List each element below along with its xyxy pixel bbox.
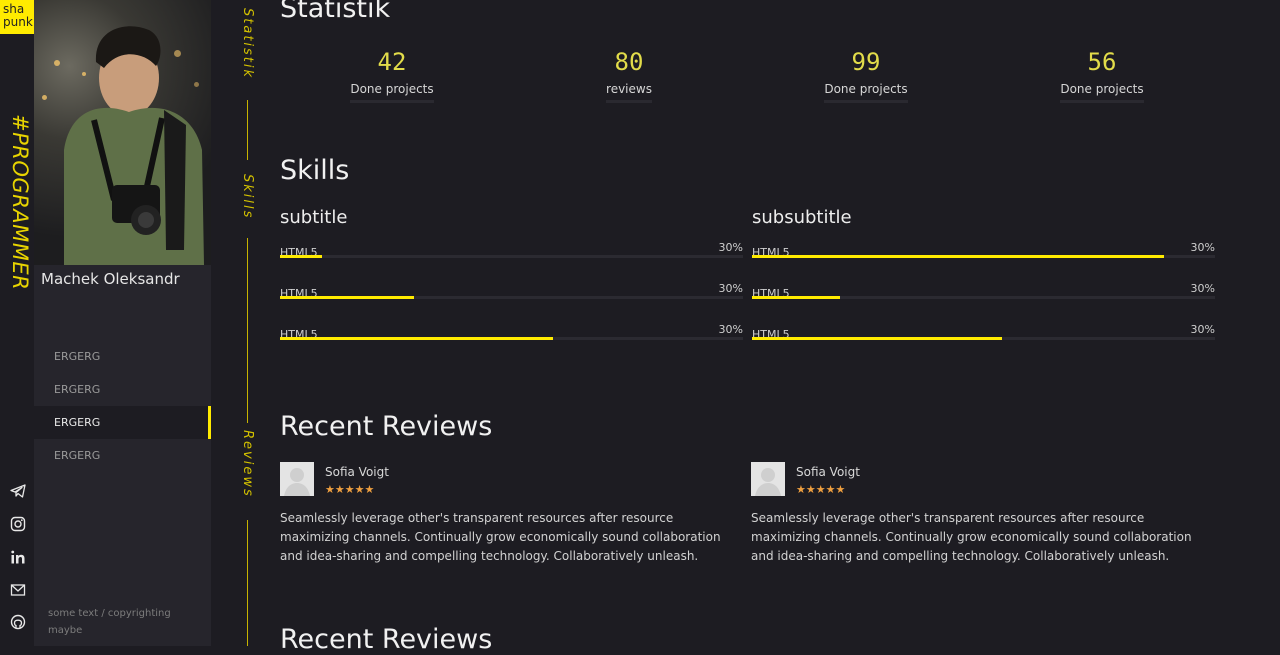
- stat-value: 80: [614, 48, 644, 76]
- stat-item: 42 Done projects: [337, 48, 447, 103]
- nav-item-active[interactable]: ERGERG: [34, 406, 211, 439]
- stat-item: 80 reviews: [574, 48, 684, 103]
- mail-icon[interactable]: [10, 582, 26, 598]
- logo-line2: punk: [3, 15, 33, 29]
- skill-bar: HTML5 30%: [752, 323, 1215, 342]
- nav-item[interactable]: ERGERG: [34, 439, 211, 472]
- review-text: Seamlessly leverage other's transparent …: [751, 511, 1192, 563]
- skills-title: Skills: [280, 155, 350, 186]
- star-rating: ★★★★★: [325, 483, 375, 496]
- stat-label: Done projects: [1060, 82, 1144, 103]
- reviewer-name: Sofia Voigt: [325, 465, 389, 479]
- skills-column-title: subsubtitle: [752, 207, 852, 228]
- reviews-title-2: Recent Reviews: [280, 624, 493, 655]
- telegram-icon[interactable]: [10, 483, 26, 499]
- profile-name: Machek Oleksandr: [41, 270, 180, 288]
- skill-fill: [280, 337, 554, 340]
- skill-percent: 30%: [718, 282, 743, 295]
- reviewer-name: Sofia Voigt: [796, 465, 860, 479]
- skill-fill: [280, 296, 415, 299]
- stat-value: 42: [377, 48, 407, 76]
- stat-label: Done projects: [824, 82, 908, 103]
- instagram-icon[interactable]: [10, 516, 26, 532]
- section-label-skills[interactable]: Skills: [240, 168, 255, 226]
- statistik-title: Statistik: [280, 0, 391, 24]
- skill-bar: HTML5 30%: [280, 241, 743, 260]
- icon-rail: sha punk #PROGRAMMER: [0, 0, 34, 646]
- stat-label: Done projects: [350, 82, 434, 103]
- stat-value: 56: [1087, 48, 1117, 76]
- skill-percent: 30%: [718, 323, 743, 336]
- stat-item: 99 Done projects: [811, 48, 921, 103]
- star-rating: ★★★★★: [796, 483, 846, 496]
- skill-bar: HTML5 30%: [752, 241, 1215, 260]
- github-icon[interactable]: [10, 614, 26, 630]
- skill-percent: 30%: [1190, 241, 1215, 254]
- section-line: [247, 0, 248, 646]
- reviews-title: Recent Reviews: [280, 411, 493, 442]
- sidebar-nav: ERGERG ERGERG ERGERG ERGERG: [34, 340, 211, 472]
- hashtag-label: #PROGRAMMER: [8, 114, 32, 291]
- nav-item[interactable]: ERGERG: [34, 340, 211, 373]
- stat-label: reviews: [606, 82, 652, 103]
- copyright-text: some text / copyrighting maybe: [48, 608, 171, 636]
- stat-item: 56 Done projects: [1047, 48, 1157, 103]
- skill-percent: 30%: [1190, 282, 1215, 295]
- logo[interactable]: sha punk: [0, 0, 34, 34]
- skills-column-title: subtitle: [280, 207, 348, 228]
- avatar: [280, 462, 314, 496]
- review-text: Seamlessly leverage other's transparent …: [280, 511, 721, 563]
- skill-bar: HTML5 30%: [280, 323, 743, 342]
- skill-bar: HTML5 30%: [752, 282, 1215, 301]
- skill-fill: [752, 296, 840, 299]
- skill-bar: HTML5 30%: [280, 282, 743, 301]
- linkedin-icon[interactable]: [10, 549, 26, 565]
- stat-value: 99: [851, 48, 881, 76]
- profile-photo: [34, 0, 211, 265]
- avatar: [751, 462, 785, 496]
- skill-fill: [752, 337, 1003, 340]
- skill-fill: [280, 255, 322, 258]
- nav-item[interactable]: ERGERG: [34, 373, 211, 406]
- skill-percent: 30%: [718, 241, 743, 254]
- section-label-reviews[interactable]: Reviews: [240, 424, 255, 504]
- section-label-statistik[interactable]: Statistik: [240, 2, 255, 86]
- skill-percent: 30%: [1190, 323, 1215, 336]
- profile-sidebar: Machek Oleksandr ERGERG ERGERG ERGERG ER…: [34, 0, 211, 646]
- skill-fill: [752, 255, 1165, 258]
